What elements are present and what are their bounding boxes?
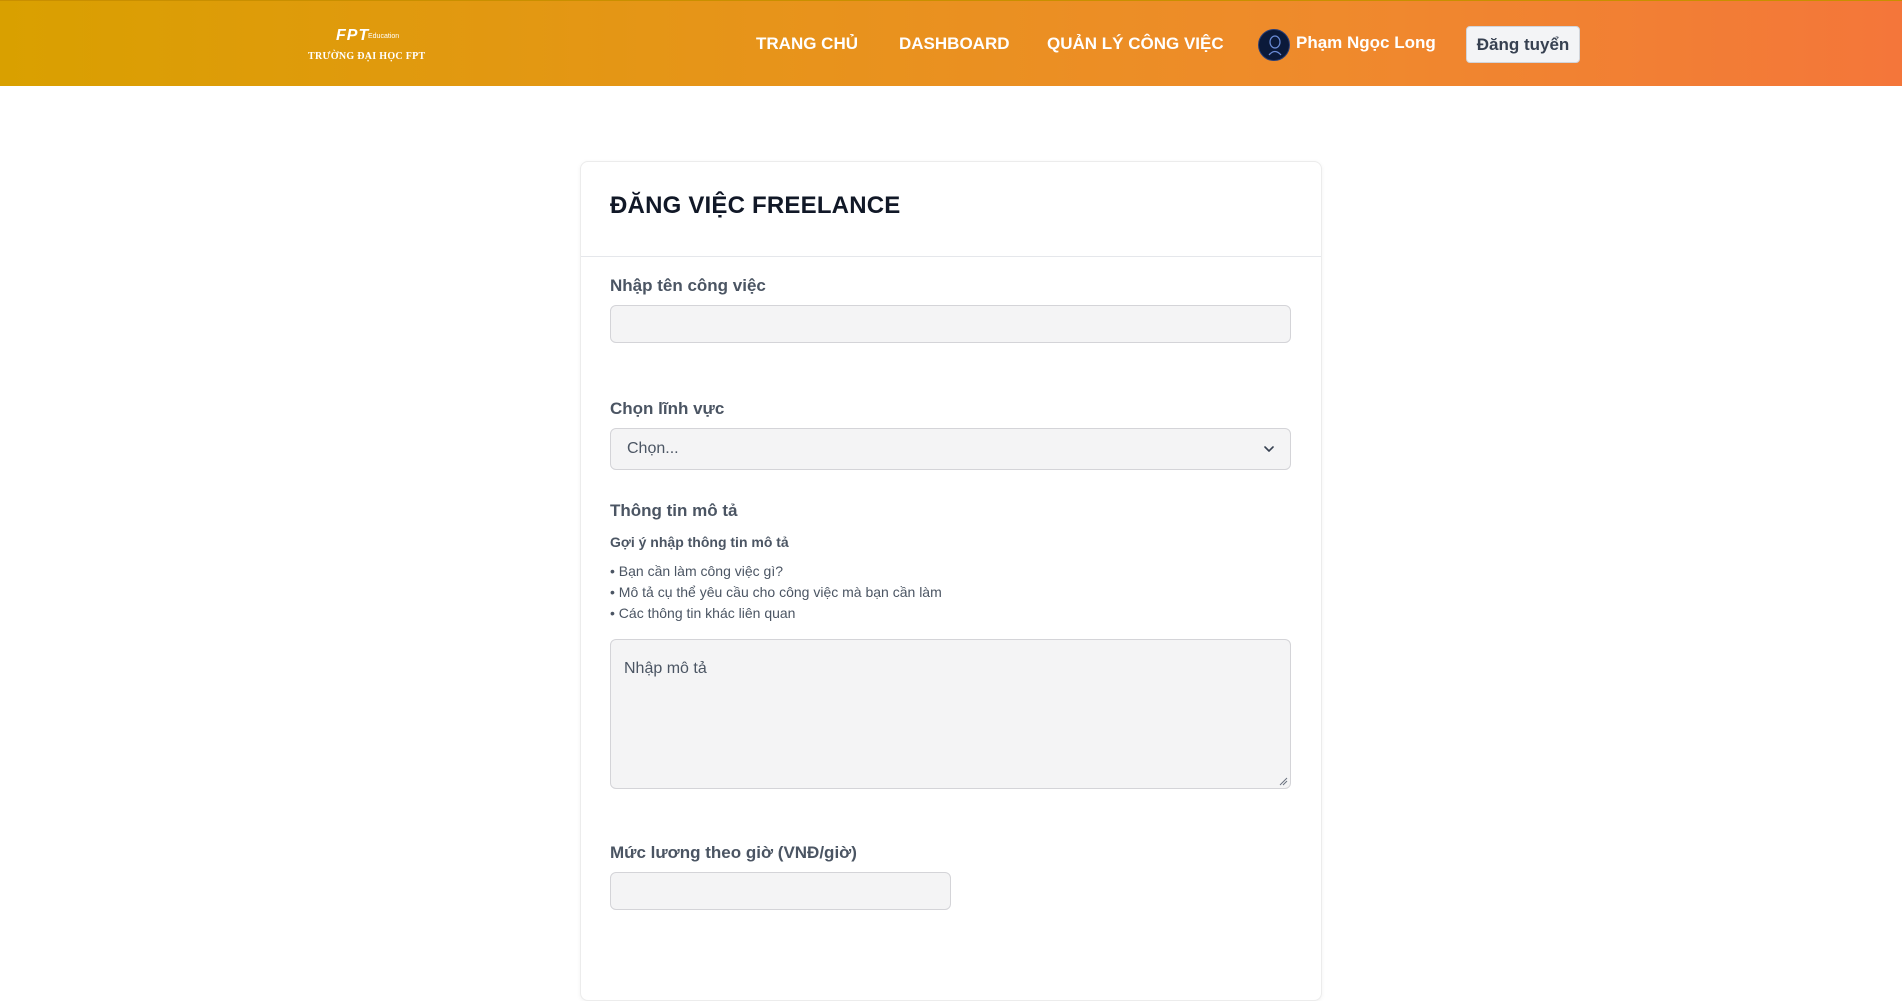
description-placeholder: Nhập mô tả [624,660,707,677]
page-title: ĐĂNG VIỆC FREELANCE [610,192,901,219]
logo-mark: FPT [336,27,370,44]
nav-job-management[interactable]: QUẢN LÝ CÔNG VIỆC [1047,34,1224,54]
user-name: Phạm Ngọc Long [1296,33,1436,52]
field-label: Chọn lĩnh vực [610,399,725,418]
logo-school-name: TRƯỜNG ĐẠI HỌC FPT [308,51,426,62]
user-menu[interactable]: Phạm Ngọc Long [1258,28,1436,62]
avatar [1258,29,1290,61]
salary-input[interactable] [610,872,951,910]
description-label: Thông tin mô tả [610,501,738,520]
job-name-input[interactable] [610,305,1291,343]
description-hint: • Các thông tin khác liên quan [610,605,796,621]
chevron-down-icon [1264,446,1274,452]
user-avatar-icon [1268,35,1282,56]
nav-home[interactable]: TRANG CHỦ [756,34,858,54]
divider [581,256,1321,257]
nav-dashboard[interactable]: DASHBOARD [899,34,1010,54]
salary-label: Mức lương theo giờ (VNĐ/giờ) [610,843,857,862]
logo-edu-text: Education [368,33,400,40]
job-name-label: Nhập tên công việc [610,276,766,295]
resize-handle-icon [1279,777,1288,786]
description-hint-title: Gợi ý nhập thông tin mô tả [610,534,789,550]
top-header: FPT Education TRƯỜNG ĐẠI HỌC FPT TRANG C… [0,0,1902,86]
post-job-form-card: ĐĂNG VIỆC FREELANCE Nhập tên công việc C… [580,161,1322,1001]
description-hint: • Bạn cần làm công việc gì? [610,563,783,579]
field-select-value: Chọn... [627,440,679,457]
description-textarea[interactable]: Nhập mô tả [610,639,1291,789]
fpt-logo[interactable]: FPT Education TRƯỜNG ĐẠI HỌC FPT [308,25,426,65]
post-job-button[interactable]: Đăng tuyển [1466,26,1580,63]
description-hint: • Mô tả cụ thể yêu cầu cho công việc mà … [610,584,942,600]
field-select[interactable]: Chọn... [610,428,1291,470]
